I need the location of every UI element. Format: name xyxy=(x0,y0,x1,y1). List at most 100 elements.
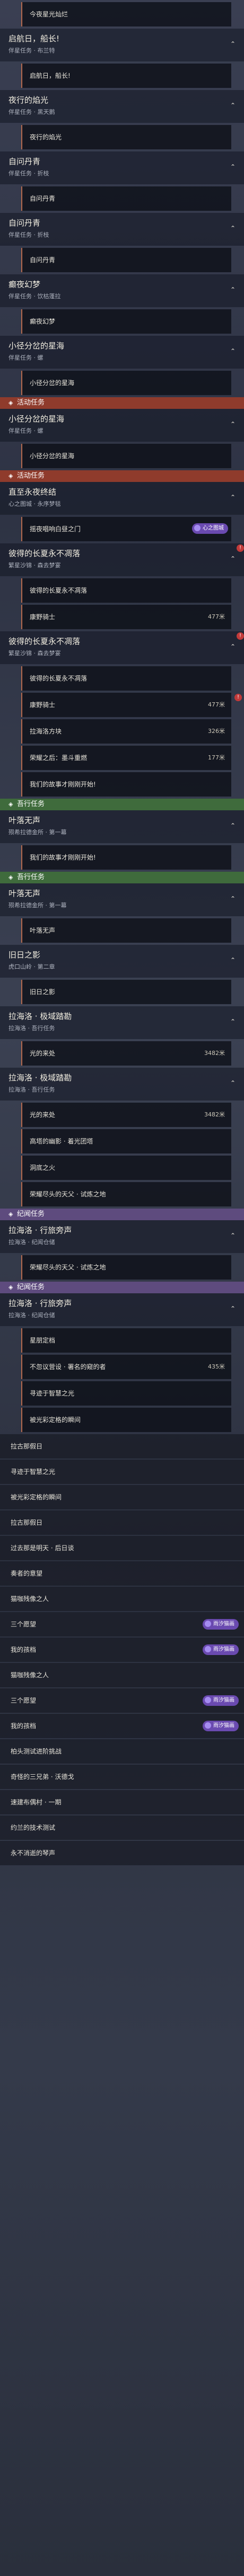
chevron-up-icon[interactable]: ⌃ xyxy=(230,1079,236,1087)
quest-step-label: 癫夜幻梦 xyxy=(30,318,56,325)
quest-step[interactable]: 癫夜幻梦 xyxy=(21,309,231,334)
quest-row[interactable]: 奏者的意望 xyxy=(0,1561,244,1586)
quest-step[interactable]: 荣耀之后：墨斗重燃 177米 xyxy=(21,746,231,770)
location-tag-label: 雨汐猫画 xyxy=(213,1723,234,1729)
quest-step[interactable]: 自问丹青 xyxy=(21,248,231,272)
quest-row[interactable]: 永不消逝的琴声 xyxy=(0,1841,244,1865)
chevron-up-icon[interactable]: ⌃ xyxy=(230,895,236,902)
quest-row[interactable]: 柏头测试进阶挑战 xyxy=(0,1739,244,1764)
quest-step[interactable]: 星朋定档 xyxy=(21,1328,231,1353)
quest-step[interactable]: 旧日之影 xyxy=(21,980,231,1004)
section-icon: ◈ xyxy=(8,874,13,881)
quest-step[interactable]: 启航日，船长! xyxy=(21,64,231,88)
quest-step[interactable]: 彼得的长夏永不凋落 xyxy=(21,578,231,603)
chevron-up-icon[interactable]: ⌃ xyxy=(230,102,236,109)
quest-step[interactable]: 康野骑士 477米! xyxy=(21,693,242,717)
chevron-up-icon[interactable]: ⌃ xyxy=(230,40,236,48)
quest-row[interactable]: 我的孩档 雨汐猫画 xyxy=(0,1638,244,1662)
quest-row-label: 猫咖残像之人 xyxy=(11,1595,49,1603)
quest-step-label: 洞底之火 xyxy=(30,1164,56,1171)
chevron-up-icon[interactable]: ⌃ xyxy=(230,347,236,355)
quest-step[interactable]: 洞底之火 xyxy=(21,1156,231,1180)
quest-step[interactable]: 光的来处 3482米 xyxy=(21,1041,231,1066)
quest-row[interactable]: 寻迹于智慧之光 xyxy=(0,1460,244,1484)
chevron-up-icon[interactable]: ⌃ xyxy=(230,1305,236,1312)
quest-step[interactable]: 寻迹于智慧之光 xyxy=(21,1381,231,1406)
quest-step[interactable]: 被光彩定格的瞬间 xyxy=(21,1408,231,1432)
quest-header[interactable]: 拉海洛 · 极域踏勘 拉海洛 · 吾行任务 ⌃ xyxy=(0,1006,244,1039)
section-label: 活动任务 xyxy=(17,399,45,407)
quest-header[interactable]: 夜行的焰光 伴星任务 · 黑天鹅 ⌃ xyxy=(0,90,244,123)
quest-step[interactable]: 我们的故事才刚刚开始! xyxy=(21,772,231,797)
quest-step[interactable]: 今夜星光灿烂 xyxy=(21,2,231,26)
quest-step[interactable]: 小径分岔的星海 xyxy=(21,444,231,468)
chevron-up-icon[interactable]: ⌃ xyxy=(230,494,236,501)
quest-step[interactable]: 自问丹青 xyxy=(21,186,231,211)
quest-step[interactable]: 夜行的焰光 xyxy=(21,125,231,149)
quest-row[interactable]: 拉古那假日 xyxy=(0,1434,244,1459)
quest-header[interactable]: 叶落无声 殒希拉德金所 · 第一幕 ⌃ xyxy=(0,810,244,843)
quest-step[interactable]: 康野骑士 477米 xyxy=(21,605,231,629)
chevron-up-icon[interactable]: ⌃ xyxy=(230,421,236,428)
quest-step[interactable]: 荣耀尽头的天父 · 试炼之地 xyxy=(21,1182,231,1206)
quest-header[interactable]: 彼得的长夏永不凋落 繁星沙锦 · 森去梦宴 ⌃! xyxy=(0,543,244,576)
section-label: 活动任务 xyxy=(17,472,45,480)
quest-header[interactable]: 小径分岔的星海 伴星任务 · 螺 ⌃ xyxy=(0,409,244,442)
quest-title: 小径分岔的星海 xyxy=(8,341,65,351)
quest-step[interactable]: 不忽议营设 · 署名的窥的者 435米 xyxy=(21,1355,231,1379)
quest-step[interactable]: 荣耀尽头的天父 · 试炼之地 xyxy=(21,1255,231,1280)
section-header: ◈ 活动任务 xyxy=(0,470,244,482)
location-icon xyxy=(194,525,201,531)
chevron-up-icon[interactable]: ⌃ xyxy=(230,225,236,232)
quest-step-label: 光的来处 xyxy=(30,1111,56,1119)
quest-row[interactable]: 拉古那假日 xyxy=(0,1510,244,1535)
chevron-up-icon[interactable]: ⌃ xyxy=(230,286,236,293)
quest-row[interactable]: 三个愿望 雨汐猫画 xyxy=(0,1688,244,1713)
quest-row[interactable]: 我的孩档 雨汐猫画 xyxy=(0,1714,244,1738)
chevron-up-icon[interactable]: ⌃ xyxy=(230,163,236,171)
quest-header[interactable]: 直至永夜终结 心之图城 · 永序梦毯 ⌃ xyxy=(0,482,244,515)
chevron-up-icon[interactable]: ⌃ xyxy=(230,1018,236,1025)
chevron-up-icon[interactable]: ⌃ xyxy=(230,956,236,964)
quest-row[interactable]: 奇怪的三兄弟 · 沃德戈 xyxy=(0,1765,244,1789)
quest-row-label: 拉古那假日 xyxy=(11,1443,43,1450)
quest-title: 旧日之影 xyxy=(8,950,41,960)
quest-step[interactable]: 小径分岔的星海 xyxy=(21,371,231,395)
quest-header[interactable]: 自问丹青 伴星任务 · 折枝 ⌃ xyxy=(0,151,244,184)
quest-step-label: 小径分岔的星海 xyxy=(30,379,75,387)
quest-row[interactable]: 猫咖残像之人 xyxy=(0,1587,244,1611)
chevron-up-icon[interactable]: ⌃ xyxy=(230,1232,236,1239)
quest-row[interactable]: 速建布偶村 · 一期 xyxy=(0,1790,244,1814)
quest-header[interactable]: 癫夜幻梦 伴星任务 · 饮枯蓬拉 ⌃ xyxy=(0,274,244,307)
chevron-up-icon[interactable]: ⌃ xyxy=(230,555,236,562)
quest-row[interactable]: 被光彩定格的瞬间 xyxy=(0,1485,244,1509)
quest-row[interactable]: 猫咖残像之人 xyxy=(0,1663,244,1687)
alert-icon: ! xyxy=(237,544,244,552)
quest-header[interactable]: 拉海洛 · 行旅旁声 拉海洛 · 纪闻仓储 ⌃ xyxy=(0,1293,244,1326)
chevron-up-icon[interactable]: ⌃ xyxy=(230,643,236,650)
quest-header[interactable]: 小径分岔的星海 伴星任务 · 螺 ⌃ xyxy=(0,336,244,369)
section-icon: ◈ xyxy=(8,801,13,808)
quest-step[interactable]: 彼得的长夏永不凋落 xyxy=(21,666,231,691)
quest-header[interactable]: 拉海洛 · 极域踏勘 拉海洛 · 吾行任务 ⌃ xyxy=(0,1068,244,1101)
quest-header[interactable]: 启航日，船长! 伴星任务 · 布兰特 ⌃ xyxy=(0,29,244,61)
quest-row[interactable]: 约兰的技术测试 xyxy=(0,1815,244,1840)
quest-step[interactable]: 光的来处 3482米 xyxy=(21,1103,231,1127)
quest-header[interactable]: 彼得的长夏永不凋落 繁星沙锦 · 森去梦宴 ⌃! xyxy=(0,631,244,664)
quest-header[interactable]: 叶落无声 殒希拉德金所 · 第一幕 ⌃ xyxy=(0,883,244,916)
quest-step[interactable]: 摇夜唱响白昼之门 心之图城 xyxy=(21,517,231,541)
quest-row-label: 被光彩定格的瞬间 xyxy=(11,1493,62,1501)
quest-header[interactable]: 拉海洛 · 行旅旁声 拉海洛 · 纪闻仓储 ⌃ xyxy=(0,1220,244,1253)
chevron-up-icon[interactable]: ⌃ xyxy=(230,822,236,829)
quest-step[interactable]: 拉海洛方块 326米 xyxy=(21,719,231,744)
distance-label: 326米 xyxy=(208,728,225,735)
quest-row[interactable]: 三个愿望 雨汐猫画 xyxy=(0,1612,244,1636)
quest-step-label: 光的来处 xyxy=(30,1050,56,1057)
quest-row[interactable]: 过去那是明天 · 后日谈 xyxy=(0,1536,244,1560)
quest-step[interactable]: 叶落无声 xyxy=(21,918,231,943)
location-tag-label: 雨汐猫画 xyxy=(213,1647,234,1652)
quest-step[interactable]: 高塔的幽影 · 着光团塔 xyxy=(21,1129,231,1153)
quest-header[interactable]: 自问丹青 伴星任务 · 折枝 ⌃ xyxy=(0,213,244,246)
quest-step[interactable]: 我们的故事才刚刚开始! xyxy=(21,845,231,870)
quest-header[interactable]: 旧日之影 虎口山岭 · 第二章 ⌃ xyxy=(0,945,244,978)
